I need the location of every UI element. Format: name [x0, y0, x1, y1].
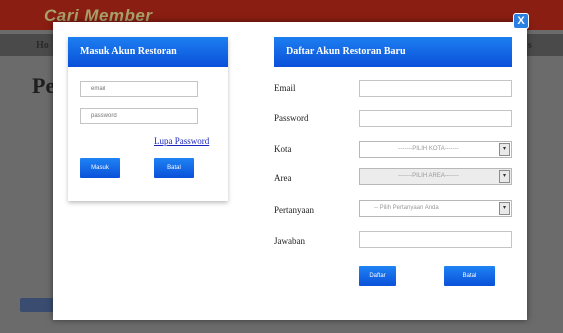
login-password-input[interactable] [80, 108, 198, 124]
close-icon[interactable]: X [513, 13, 529, 29]
area-select-value: -------PILIH AREA------- [398, 173, 459, 179]
area-select[interactable]: -------PILIH AREA------- ▾ [359, 168, 512, 185]
register-panel-title: Daftar Akun Restoran Baru [274, 37, 512, 67]
background-nav-item-home: Ho [36, 40, 49, 51]
login-cancel-button[interactable]: Batal [154, 158, 194, 178]
chevron-down-icon[interactable]: ▾ [499, 170, 510, 183]
register-answer-input[interactable] [359, 231, 512, 248]
login-email-input[interactable] [80, 81, 198, 97]
register-email-label: Email [274, 83, 296, 93]
register-panel: Daftar Akun Restoran Baru [274, 37, 512, 67]
city-select[interactable]: -------PILIH KOTA------- ▾ [359, 141, 512, 158]
city-select-value: -------PILIH KOTA------- [398, 146, 459, 152]
register-password-label: Password [274, 113, 309, 123]
background-page-title: Pe [32, 73, 56, 98]
forgot-password-link[interactable]: Lupa Password [154, 136, 209, 146]
register-question-label: Pertanyaan [274, 205, 314, 215]
chevron-down-icon[interactable]: ▾ [499, 202, 510, 215]
login-panel-title: Masuk Akun Restoran [68, 37, 228, 67]
background-nav-item-right: s [528, 40, 532, 51]
register-email-input[interactable] [359, 80, 512, 97]
register-area-label: Area [274, 173, 292, 183]
register-answer-label: Jawaban [274, 236, 305, 246]
register-submit-button[interactable]: Daftar [359, 266, 396, 286]
register-cancel-button[interactable]: Batal [444, 266, 495, 286]
register-password-input[interactable] [359, 110, 512, 127]
register-city-label: Kota [274, 144, 292, 154]
security-question-value: -- Pilih Pertanyaan Anda [374, 205, 439, 211]
chevron-down-icon[interactable]: ▾ [499, 143, 510, 156]
security-question-select[interactable]: -- Pilih Pertanyaan Anda ▾ [359, 200, 512, 217]
login-submit-button[interactable]: Masuk [80, 158, 120, 178]
login-panel: Masuk Akun Restoran Lupa Password Masuk … [68, 37, 228, 201]
background-button [20, 298, 54, 312]
